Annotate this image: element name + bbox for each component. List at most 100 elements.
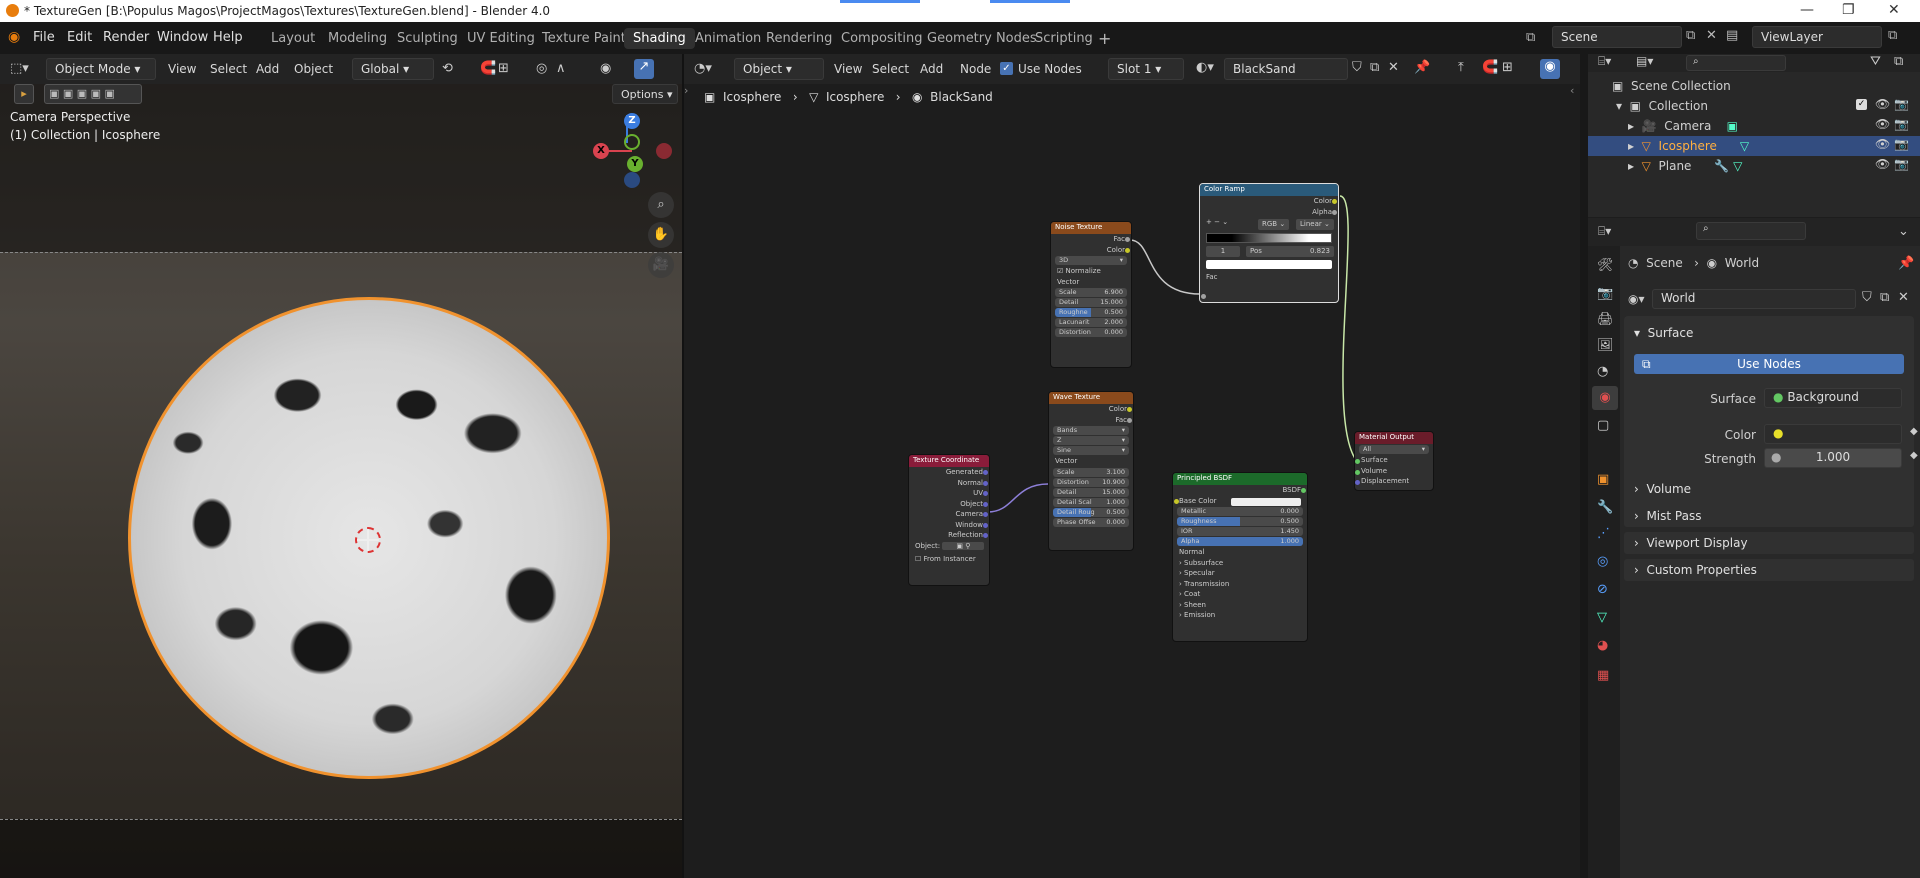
scene-selector[interactable]: Scene xyxy=(1552,26,1682,48)
bsdf-metallic-field[interactable]: Metallic 0.000 xyxy=(1177,507,1303,516)
gizmo-neg-z[interactable] xyxy=(624,172,640,188)
constraints-tab-icon[interactable]: ⊘ xyxy=(1597,582,1608,597)
node-menu-add[interactable]: Add xyxy=(920,62,943,76)
color-mode-dropdown[interactable]: RGB ⌄ xyxy=(1258,219,1290,230)
snap-grid-icon[interactable]: ⊞ xyxy=(1502,60,1513,75)
node-title[interactable]: Principled BSDF xyxy=(1173,473,1307,485)
noise-detail-field[interactable]: Detail 15.000 xyxy=(1055,298,1127,307)
transform-orientation[interactable]: Global ▾ xyxy=(352,58,434,80)
duplicate-material-icon[interactable]: ⧉ xyxy=(1370,60,1379,75)
display-mode-icon[interactable]: ▤▾ xyxy=(1636,54,1653,68)
options-dropdown[interactable]: Options ▾ xyxy=(612,84,678,104)
collection-exclude-checkbox[interactable]: ✓ xyxy=(1856,99,1867,110)
blender-menu-icon[interactable]: ◉ xyxy=(8,29,20,45)
world-browse-icon[interactable]: ◉▾ xyxy=(1628,292,1645,306)
editor-type-icon[interactable]: ⬚▾ xyxy=(10,61,29,76)
outliner-search[interactable]: ⌕ xyxy=(1686,55,1786,71)
tab-compositing[interactable]: Compositing xyxy=(832,28,932,49)
section-coat[interactable]: › Coat xyxy=(1173,589,1307,600)
pin-icon[interactable]: 📌 xyxy=(1414,60,1430,75)
node-title[interactable]: Material Output xyxy=(1355,432,1433,444)
strength-keyframe-icon[interactable]: ◆ xyxy=(1910,450,1918,461)
properties-options-icon[interactable]: ⌄ xyxy=(1898,224,1909,239)
socket-fac-out[interactable] xyxy=(1125,237,1130,242)
output-tab-icon[interactable]: 🖨 xyxy=(1597,312,1614,327)
noise-roughness-field[interactable]: Roughne 0.500 xyxy=(1055,308,1127,317)
node-menu-node[interactable]: Node xyxy=(960,62,991,76)
tab-shading[interactable]: Shading xyxy=(624,28,695,49)
unlink-world-icon[interactable]: ✕ xyxy=(1898,290,1909,305)
new-viewlayer-icon[interactable]: ⧉ xyxy=(1888,28,1897,43)
node-wave-texture[interactable]: Wave Texture Color Fac Bands ▾ Z ▾ Sine ▾ V… xyxy=(1048,391,1134,551)
gizmo-x[interactable]: X xyxy=(593,143,609,159)
surface-shader-field[interactable]: ● Background xyxy=(1764,388,1902,408)
camera-render-icon[interactable]: 📷 xyxy=(1894,117,1909,131)
socket-object-out[interactable] xyxy=(983,502,988,507)
noise-lacunarity-field[interactable]: Lacunarit 2.000 xyxy=(1055,318,1127,327)
node-title[interactable]: Color Ramp xyxy=(1200,184,1338,196)
wave-type-dropdown[interactable]: Bands ▾ xyxy=(1053,426,1129,435)
plane-visibility-icon[interactable]: 👁 xyxy=(1875,157,1890,171)
pivot-icon[interactable]: ⟲ xyxy=(442,61,453,76)
material-browse-icon[interactable]: ◐▾ xyxy=(1196,60,1214,75)
node-editor-canvas[interactable]: ▣ Icosphere › ▽ Icosphere › ◉ BlackSand … xyxy=(684,84,1580,878)
fake-user-icon[interactable]: ⛉ xyxy=(1862,290,1872,305)
ramp-menu-icon[interactable]: ⌄ xyxy=(1222,218,1228,226)
object-picker-field[interactable]: ▣ ⚲ xyxy=(942,541,985,550)
parent-node-icon[interactable]: ⤒ xyxy=(1458,60,1464,75)
volume-panel[interactable]: › Volume xyxy=(1624,478,1914,500)
viewport-menu-view[interactable]: View xyxy=(168,62,196,76)
gizmo-neg-x[interactable] xyxy=(656,143,672,159)
render-tab-icon[interactable]: 📷 xyxy=(1597,286,1613,301)
delete-scene-icon[interactable]: ✕ xyxy=(1706,28,1717,43)
wave-phase-offset-field[interactable]: Phase Offse 0.000 xyxy=(1053,517,1129,527)
menu-file[interactable]: File xyxy=(26,28,62,47)
view-layer-tab-icon[interactable]: 🖼 xyxy=(1597,338,1614,353)
use-nodes-checkbox[interactable]: ✓ xyxy=(1000,62,1013,75)
material-tab-icon[interactable]: ◕ xyxy=(1597,638,1608,653)
strength-field[interactable]: ● 1.000 xyxy=(1764,448,1902,468)
icosphere-visibility-icon[interactable]: 👁 xyxy=(1875,137,1890,151)
collection-visibility-icon[interactable]: 👁 xyxy=(1875,97,1890,111)
node-snap-icon[interactable]: 🧲 xyxy=(1482,60,1498,75)
minimize-icon[interactable]: — xyxy=(1800,2,1814,18)
tab-sculpting[interactable]: Sculpting xyxy=(388,28,467,49)
mode-selector[interactable]: Object Mode ▾ xyxy=(46,58,156,80)
select-tool-icon[interactable]: ▸ xyxy=(14,84,34,104)
socket-camera-out[interactable] xyxy=(983,512,988,517)
tool-tab-icon[interactable]: 🛠 xyxy=(1597,258,1614,273)
modifier-tab-icon[interactable]: 🔧 xyxy=(1597,500,1613,515)
stop-pos-field[interactable]: Pos 0.823 xyxy=(1246,246,1334,257)
scene-collection-row[interactable]: ▣ Scene Collection xyxy=(1612,79,1731,93)
maximize-icon[interactable]: ❐ xyxy=(1842,2,1855,18)
remove-stop-icon[interactable]: − xyxy=(1214,218,1220,226)
node-material-output[interactable]: Material Output All ▾ Surface Volume Disp… xyxy=(1354,431,1434,491)
socket-window-out[interactable] xyxy=(983,523,988,528)
use-nodes-button[interactable]: ⧉ Use Nodes xyxy=(1634,354,1904,374)
proportional-edit-icon[interactable]: ◎ xyxy=(536,61,547,76)
overlay-toggle-icon[interactable]: ◉ xyxy=(1540,59,1560,79)
wave-detail-field[interactable]: Detail 15.000 xyxy=(1053,487,1129,497)
object-tab-icon[interactable]: ▣ xyxy=(1597,472,1609,487)
node-editor-type-icon[interactable]: ◔▾ xyxy=(694,61,712,76)
socket-surface-in[interactable] xyxy=(1355,459,1360,464)
node-title[interactable]: Texture Coordinate xyxy=(909,455,989,467)
pan-hand-icon[interactable]: ✋ xyxy=(648,222,674,248)
socket-base-color-in[interactable] xyxy=(1174,499,1179,504)
bsdf-alpha-field[interactable]: Alpha 1.000 xyxy=(1177,537,1303,546)
socket-generated-out[interactable] xyxy=(983,470,988,475)
viewlayer-icon[interactable]: ▤ xyxy=(1726,28,1738,43)
section-emission[interactable]: › Emission xyxy=(1173,610,1307,621)
new-collection-icon[interactable]: ⧉ xyxy=(1894,54,1903,69)
wave-distortion-field[interactable]: Distortion 10.900 xyxy=(1053,477,1129,487)
socket-color-out[interactable] xyxy=(1127,407,1132,412)
select-mode-icons[interactable]: ▣ ▣ ▣ ▣ ▣ xyxy=(44,84,142,104)
mist-pass-panel[interactable]: › Mist Pass xyxy=(1624,505,1914,527)
wave-detail-scale-field[interactable]: Detail Scal 1.000 xyxy=(1053,497,1129,507)
viewport-display-panel[interactable]: › Viewport Display xyxy=(1624,532,1914,554)
color-keyframe-icon[interactable]: ◆ xyxy=(1910,426,1918,437)
node-principled-bsdf[interactable]: Principled BSDF BSDF Base Color Metallic… xyxy=(1172,472,1308,642)
section-transmission[interactable]: › Transmission xyxy=(1173,579,1307,590)
properties-type-icon[interactable]: ⌸▾ xyxy=(1598,224,1611,239)
surface-panel-header[interactable]: ▾ Surface xyxy=(1634,326,1693,340)
